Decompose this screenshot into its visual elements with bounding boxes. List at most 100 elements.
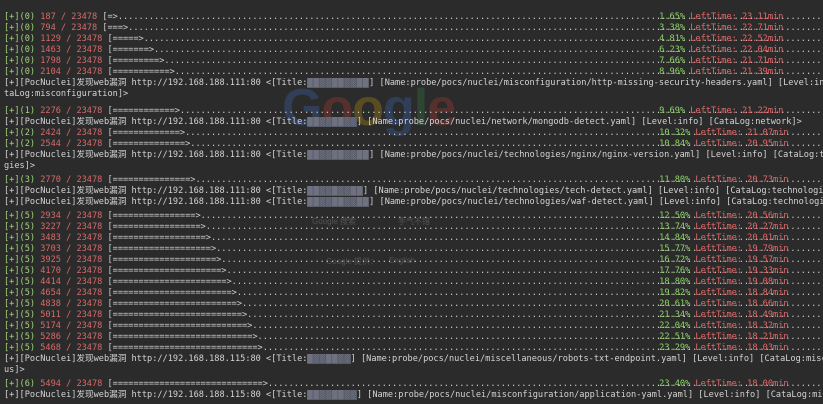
progress-tail: 9.69% LeftTime: 21.22min — [654, 106, 783, 117]
progress-tail: 15.77% LeftTime: 19.79min — [654, 244, 788, 255]
progress-line: [+](3) 2770 / 23478 [===============>...… — [4, 175, 823, 186]
progress-percent: 12.50% — [654, 211, 696, 221]
progress-percent: 7.66% — [654, 56, 691, 66]
progress-line: [+](5) 3483 / 23478 [==================>… — [4, 233, 823, 244]
progress-count: 5286 / 23478 — [35, 332, 108, 342]
redacted-title: ██▒▒█▒▒██ — [307, 186, 363, 196]
progress-percent: 18.80% — [654, 277, 696, 287]
redacted-title: █▒▒██▒▒ — [307, 354, 351, 364]
progress-count: 3703 / 23478 — [35, 244, 108, 254]
progress-lefttime: LeftTime: 18.49min — [695, 310, 789, 320]
progress-tail: 18.80% LeftTime: 19.08min — [654, 277, 788, 288]
progress-prefix: [+](1) — [4, 106, 36, 116]
finding-detail: ] [Name:probe/pocs/nuclei/misconfigurati… — [356, 390, 823, 400]
progress-count: 3227 / 23478 — [35, 222, 108, 232]
progress-tail: 23.40% LeftTime: 18.00min — [654, 379, 788, 390]
progress-line: [+](5) 5174 / 23478 [===================… — [4, 321, 823, 332]
progress-tail: 10.32% LeftTime: 21.07min — [654, 128, 789, 139]
progress-count: 3483 / 23478 — [35, 233, 108, 243]
progress-line: [+](5) 5468 / 23478 [===================… — [4, 343, 823, 354]
finding-prefix: [+][PocNuclei]发现web漏洞 http://192.168.188… — [4, 354, 308, 364]
progress-count: 5174 / 23478 — [35, 321, 108, 331]
finding-prefix: [+][PocNuclei]发现web漏洞 http://192.168.188… — [4, 186, 308, 196]
progress-tail: 19.82% LeftTime: 18.84min — [654, 288, 788, 299]
progress-percent: 22.04% — [654, 321, 696, 331]
progress-count: 5011 / 23478 — [35, 310, 108, 320]
finding-detail: ] [Name:probe/pocs/nuclei/network/mongod… — [356, 117, 802, 127]
finding-line: gies]> — [4, 161, 823, 172]
progress-line: [+](5) 4414 / 23478 [===================… — [4, 277, 823, 288]
redacted-title: ██▒▒██▒▒ — [307, 117, 357, 127]
progress-lefttime: LeftTime: 18.32min — [695, 321, 789, 331]
progress-prefix: [+](5) — [4, 233, 36, 243]
redacted-title: ██▒▒██▒▒██ — [307, 197, 370, 207]
progress-prefix: [+](3) — [4, 175, 36, 185]
progress-line: [+](5) 4838 / 23478 [===================… — [4, 299, 823, 310]
progress-count: 1129 / 23478 — [35, 34, 108, 44]
progress-lefttime: LeftTime: 20.73min — [695, 175, 789, 185]
progress-lefttime: LeftTime: 21.07min — [695, 128, 789, 138]
redacted-title: ██▒▒██▒▒██ — [307, 150, 370, 160]
progress-lefttime: LeftTime: 18.03min — [695, 343, 789, 353]
progress-prefix: [+](5) — [4, 343, 36, 353]
finding-prefix: [+][PocNuclei]发现web漏洞 http://192.168.188… — [4, 390, 308, 400]
progress-count: 187 / 23478 — [35, 12, 103, 22]
progress-prefix: [+](5) — [4, 288, 36, 298]
progress-percent: 16.72% — [654, 255, 696, 265]
progress-tail: 14.84% LeftTime: 20.01min — [654, 233, 788, 244]
progress-lefttime: LeftTime: 22.04min — [690, 45, 784, 55]
progress-prefix: [+](0) — [4, 67, 36, 77]
progress-lefttime: LeftTime: 21.22min — [690, 106, 784, 116]
progress-percent: 15.77% — [654, 244, 696, 254]
progress-count: 3925 / 23478 — [35, 255, 108, 265]
progress-prefix: [+](0) — [4, 45, 36, 55]
progress-lefttime: LeftTime: 19.33min — [695, 266, 789, 276]
progress-line: [+](0) 794 / 23478 [===>................… — [4, 23, 823, 34]
finding-line: taLog:misconfiguration]> — [4, 89, 823, 100]
finding-detail: gies]> — [4, 161, 36, 171]
progress-count: 5494 / 23478 — [35, 379, 108, 389]
finding-prefix: [+][PocNuclei]发现web漏洞 http://192.168.188… — [4, 150, 308, 160]
progress-tail: 3.38% LeftTime: 22.71min — [654, 23, 783, 34]
progress-percent: 3.38% — [654, 23, 691, 33]
finding-line: us]> — [4, 365, 823, 376]
progress-line: [+](5) 5286 / 23478 [===================… — [4, 332, 823, 343]
progress-prefix: [+](0) — [4, 23, 36, 33]
finding-prefix: [+][PocNuclei]发现web漏洞 http://192.168.188… — [4, 197, 308, 207]
finding-line: [+][PocNuclei]发现web漏洞 http://192.168.188… — [4, 117, 823, 128]
progress-count: 2424 / 23478 — [35, 128, 108, 138]
progress-lefttime: LeftTime: 20.27min — [695, 222, 789, 232]
progress-count: 1798 / 23478 — [35, 56, 108, 66]
progress-line: [+](0) 187 / 23478 [=>..................… — [4, 12, 823, 23]
progress-tail: 11.80% LeftTime: 20.73min — [654, 175, 789, 186]
progress-count: 2276 / 23478 — [35, 106, 108, 116]
finding-detail: ] [Name:probe/pocs/nuclei/technologies/w… — [369, 197, 823, 207]
progress-line: [+](5) 4170 / 23478 [===================… — [4, 266, 823, 277]
progress-lefttime: LeftTime: 21.39min — [690, 67, 784, 77]
progress-line: [+](2) 2424 / 23478 [=============>.....… — [4, 128, 823, 139]
finding-detail: ] [Name:probe/pocs/nuclei/technologies/n… — [369, 150, 823, 160]
progress-count: 2104 / 23478 — [35, 67, 108, 77]
progress-line: [+](0) 2104 / 23478 [===========>.......… — [4, 67, 823, 78]
progress-percent: 1.65% — [654, 12, 691, 22]
progress-prefix: [+](0) — [4, 56, 36, 66]
progress-lefttime: LeftTime: 22.52min — [690, 34, 784, 44]
progress-percent: 14.84% — [654, 233, 696, 243]
progress-prefix: [+](5) — [4, 211, 36, 221]
progress-line: [+](6) 5494 / 23478 [===================… — [4, 379, 823, 390]
finding-line: [+][PocNuclei]发现web漏洞 http://192.168.188… — [4, 186, 823, 197]
progress-count: 4170 / 23478 — [35, 266, 108, 276]
progress-lefttime: LeftTime: 18.66min — [695, 299, 789, 309]
progress-lefttime: LeftTime: 22.71min — [690, 23, 784, 33]
terminal-window[interactable]: Google Google 搜索 手气不错 Google 提供： English… — [0, 0, 823, 404]
progress-tail: 12.50% LeftTime: 20.56min — [654, 211, 788, 222]
progress-percent: 23.29% — [654, 343, 696, 353]
progress-tail: 13.74% LeftTime: 20.27min — [654, 222, 789, 233]
progress-count: 4838 / 23478 — [35, 299, 108, 309]
progress-tail: 8.96% LeftTime: 21.39min — [654, 67, 783, 78]
redacted-title: ██▒▒██▒▒██ — [307, 78, 370, 88]
progress-percent: 11.80% — [654, 175, 696, 185]
progress-tail: 1.65% LeftTime: 23.11min — [654, 12, 783, 23]
finding-detail: ] [Name:probe/pocs/nuclei/misconfigurati… — [369, 78, 823, 88]
finding-detail: ] [Name:probe/pocs/nuclei/technologies/t… — [363, 186, 823, 196]
